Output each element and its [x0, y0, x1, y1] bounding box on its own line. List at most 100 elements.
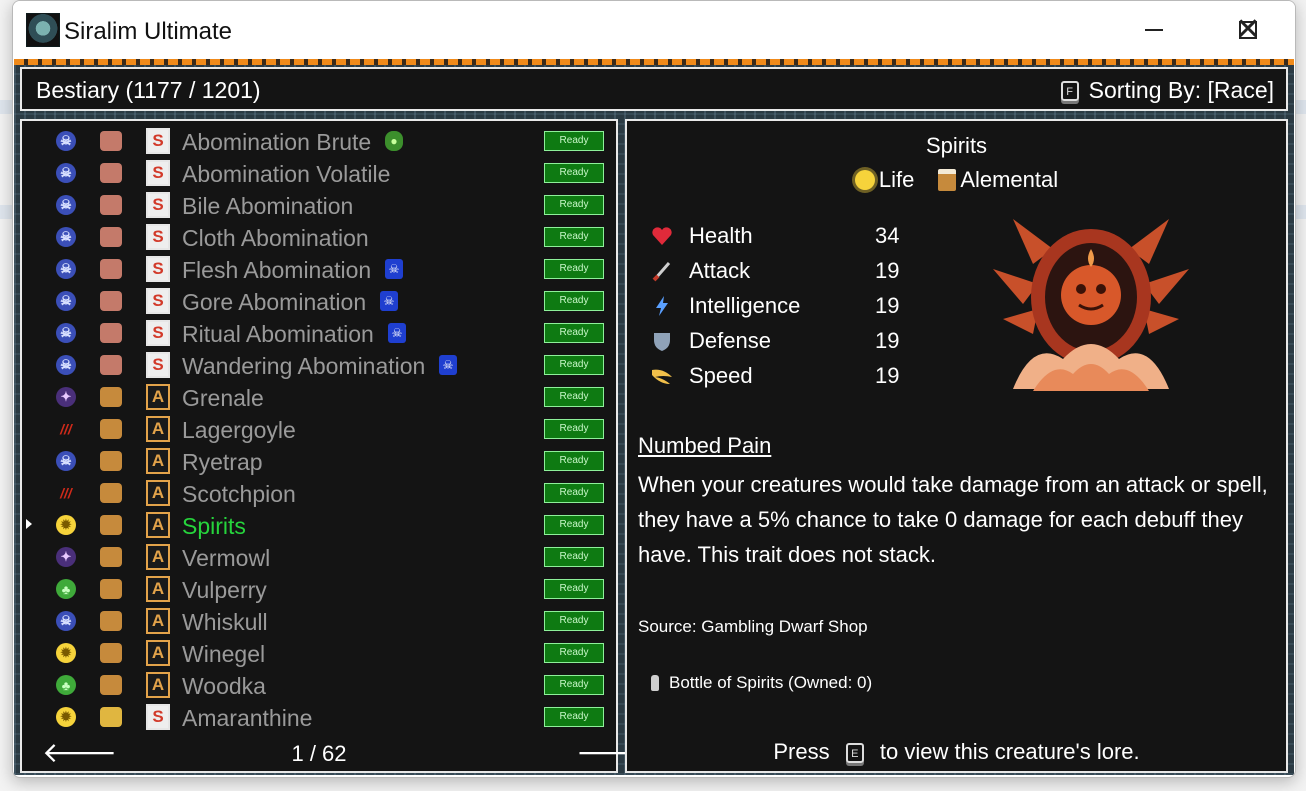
ghost-badge-icon: ☠: [380, 291, 398, 311]
list-item[interactable]: ♣ A Woodka Ready: [22, 669, 616, 701]
creature-list-name: Bile Abomination: [182, 193, 354, 219]
flesh-icon: [100, 227, 122, 247]
source-text: Source: Gambling Dwarf Shop: [638, 617, 868, 636]
lightning-icon: [651, 295, 673, 317]
rarity-icon: A: [146, 576, 170, 602]
mug-icon: [100, 451, 122, 471]
rarity-icon: A: [146, 448, 170, 474]
ready-badge: Ready: [544, 387, 604, 407]
minimize-button[interactable]: [1107, 1, 1201, 59]
rarity-icon: A: [146, 544, 170, 570]
rarity-icon: S: [146, 288, 170, 314]
creature-detail: Spirits Life Alemental Health 34 Attack 19 I…: [625, 119, 1288, 773]
mug-icon: [100, 611, 122, 631]
mug-icon: [100, 419, 122, 439]
creature-list-name: Whiskull: [182, 609, 268, 635]
creature-list-name: Grenale: [182, 385, 264, 411]
list-item[interactable]: ☠ S Abomination Brute ● Ready: [22, 125, 616, 157]
mug-icon: [100, 387, 122, 407]
list-item[interactable]: ☠ S Flesh Abomination ☠ Ready: [22, 253, 616, 285]
list-item[interactable]: ☠ A Whiskull Ready: [22, 605, 616, 637]
creature-list-name: Ritual Abomination: [182, 321, 374, 347]
background-decoration: [14, 59, 1294, 65]
close-button[interactable]: ✕: [1201, 1, 1295, 59]
leaf-icon: ♣: [56, 675, 76, 695]
list-item[interactable]: ☠ S Wandering Abomination ☠ Ready: [22, 349, 616, 381]
stat-label: Speed: [689, 363, 753, 388]
claw-icon: ///: [60, 485, 72, 501]
bestiary-header: Bestiary (1177 / 1201) F Sorting By: [Ra…: [20, 67, 1288, 111]
list-item[interactable]: ☠ S Abomination Volatile Ready: [22, 157, 616, 189]
ready-badge: Ready: [544, 707, 604, 727]
list-item[interactable]: ✦ A Grenale Ready: [22, 381, 616, 413]
claw-icon: ///: [60, 421, 72, 437]
list-item[interactable]: ☠ S Gore Abomination ☠ Ready: [22, 285, 616, 317]
press-after-label: to view this creature's lore.: [879, 739, 1140, 764]
stat-speed: Speed 19: [651, 361, 911, 391]
ready-badge: Ready: [544, 419, 604, 439]
rarity-icon: A: [146, 416, 170, 442]
race-label: Alemental: [960, 167, 1059, 192]
rarity-icon: A: [146, 672, 170, 698]
list-item[interactable]: ♣ A Vulperry Ready: [22, 573, 616, 605]
rarity-icon: S: [146, 192, 170, 218]
sort-label: Sorting By: [Race]: [1088, 77, 1274, 103]
list-item[interactable]: /// A Scotchpion Ready: [22, 477, 616, 509]
list-item[interactable]: ✹ S Amaranthine Ready: [22, 701, 616, 733]
list-item[interactable]: /// A Lagergoyle Ready: [22, 413, 616, 445]
list-item[interactable]: ☠ S Bile Abomination Ready: [22, 189, 616, 221]
rarity-icon: A: [146, 384, 170, 410]
close-icon: ✕: [1235, 13, 1261, 46]
item-row: Bottle of Spirits (Owned: 0): [651, 673, 872, 693]
rarity-icon: A: [146, 640, 170, 666]
window-title: Siralim Ultimate: [64, 18, 233, 45]
mug-icon: [100, 483, 122, 503]
ready-badge: Ready: [544, 579, 604, 599]
keyboard-key-icon[interactable]: E: [845, 743, 864, 764]
sort-control[interactable]: F Sorting By: [Race]: [1060, 77, 1274, 104]
ready-badge: Ready: [544, 227, 604, 247]
press-label: Press: [773, 739, 830, 764]
rarity-icon: S: [146, 256, 170, 282]
keyboard-key-icon: F: [1060, 80, 1079, 101]
flower-icon: [100, 707, 122, 727]
list-item[interactable]: ✹ A Spirits Ready: [22, 509, 616, 541]
stat-value: 19: [875, 363, 900, 388]
item-label: Bottle of Spirits (Owned: 0): [669, 673, 873, 692]
ready-badge: Ready: [544, 163, 604, 183]
creature-list-name: Abomination Brute: [182, 129, 372, 155]
sun-icon: ✹: [56, 643, 76, 663]
heart-icon: [651, 225, 673, 247]
skull-icon: ☠: [56, 611, 76, 631]
rarity-icon: S: [146, 128, 170, 154]
list-item[interactable]: ☠ S Ritual Abomination ☠ Ready: [22, 317, 616, 349]
selection-cursor-icon: [26, 519, 32, 529]
list-item[interactable]: ☠ S Cloth Abomination Ready: [22, 221, 616, 253]
skull-icon: ☠: [56, 291, 76, 311]
ready-badge: Ready: [544, 291, 604, 311]
class-tag: Life: [854, 167, 914, 193]
leaf-icon: ♣: [56, 579, 76, 599]
game-canvas: Bestiary (1177 / 1201) F Sorting By: [Ra…: [14, 59, 1294, 775]
skull-icon: ☠: [56, 227, 76, 247]
rarity-icon: S: [146, 160, 170, 186]
rarity-icon: A: [146, 512, 170, 538]
list-item[interactable]: ✦ A Vermowl Ready: [22, 541, 616, 573]
list-item[interactable]: ☠ A Ryetrap Ready: [22, 445, 616, 477]
flesh-icon: [100, 355, 122, 375]
rarity-icon: S: [146, 352, 170, 378]
flesh-icon: [100, 163, 122, 183]
ready-badge: Ready: [544, 643, 604, 663]
creature-list-name: Wandering Abomination: [182, 353, 426, 379]
stat-value: 19: [875, 328, 900, 353]
mug-icon: [938, 169, 957, 191]
sparkle-icon: ✦: [56, 387, 76, 407]
trait-description: When your creatures would take damage fr…: [638, 472, 1268, 567]
ready-badge: Ready: [544, 547, 604, 567]
ready-badge: Ready: [544, 195, 604, 215]
list-item[interactable]: ✹ A Winegel Ready: [22, 637, 616, 669]
bestiary-title: Bestiary (1177 / 1201): [36, 77, 261, 103]
title-bar[interactable]: Siralim Ultimate ✕: [13, 1, 1295, 59]
stat-label: Attack: [689, 258, 751, 283]
flesh-icon: [100, 195, 122, 215]
